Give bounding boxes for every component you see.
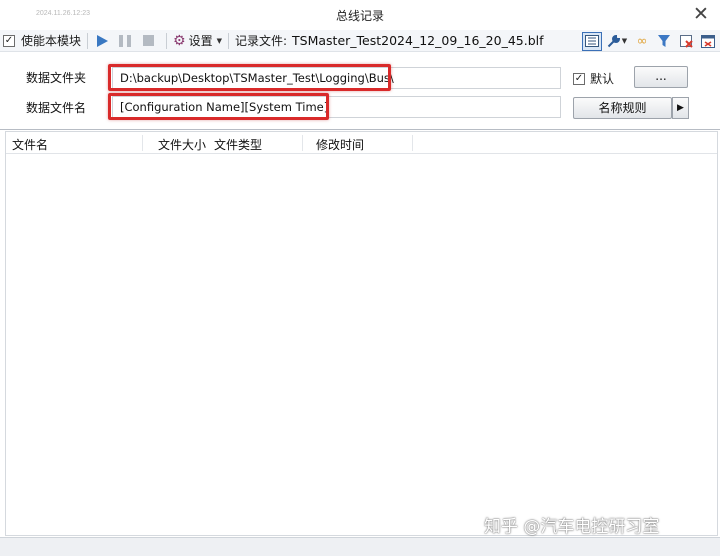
- play-icon[interactable]: [97, 34, 109, 47]
- column-header-type[interactable]: 文件类型: [214, 136, 262, 153]
- default-folder-checkbox[interactable]: ✓: [573, 72, 585, 85]
- status-bar: [0, 537, 720, 556]
- default-folder-label: 默认: [590, 72, 615, 86]
- record-file-value: TSMaster_Test2024_12_09_16_20_45.blf: [292, 33, 544, 48]
- wrench-icon[interactable]: ▼: [604, 31, 630, 51]
- browse-folder-button[interactable]: ...: [634, 66, 688, 88]
- default-folder-toggle[interactable]: ✓ 默认: [573, 70, 614, 87]
- watermark-text: 知乎 @汽车电控研习室: [484, 517, 660, 537]
- delete-icon[interactable]: [676, 31, 696, 51]
- stop-icon[interactable]: [143, 35, 155, 46]
- naming-rule-button[interactable]: 名称规则: [573, 97, 672, 119]
- column-divider[interactable]: [412, 135, 413, 151]
- column-divider[interactable]: [142, 135, 143, 151]
- toolbar-divider: [166, 32, 168, 49]
- naming-rule-dropdown-button[interactable]: ▶: [672, 97, 689, 119]
- column-header-filename[interactable]: 文件名: [12, 136, 48, 153]
- column-header-modified[interactable]: 修改时间: [316, 136, 364, 153]
- toolbar: ✓ 使能本模块 ⚙ 设置 ▼ 记录文件: TSMaster_Test2024_1…: [0, 30, 720, 52]
- right-toolbar: ▼ ∞: [580, 31, 718, 51]
- toolbar-divider: [87, 32, 89, 49]
- filter-icon[interactable]: [654, 31, 674, 51]
- column-divider[interactable]: [302, 135, 303, 151]
- window-title: 总线记录: [335, 9, 384, 23]
- settings-label: 设置: [188, 34, 213, 48]
- close-button[interactable]: ✕: [690, 3, 712, 25]
- data-filename-label: 数据文件名: [26, 101, 87, 115]
- chevron-down-icon: ▼: [216, 36, 222, 45]
- logging-config-panel: 数据文件夹 D:\backup\Desktop\TSMaster_Test\Lo…: [0, 53, 720, 130]
- settings-button[interactable]: ⚙ 设置 ▼: [173, 31, 222, 51]
- title-bar: 2024.11.26.12:23 总线记录 ✕: [0, 0, 720, 30]
- enable-module-checkbox[interactable]: ✓: [3, 34, 15, 47]
- pause-icon[interactable]: [119, 34, 132, 47]
- data-folder-label: 数据文件夹: [26, 71, 87, 85]
- link-icon[interactable]: ∞: [632, 31, 652, 51]
- list-view-icon[interactable]: [582, 31, 602, 51]
- table-header: 文件名 文件大小 文件类型 修改时间: [6, 132, 717, 154]
- enable-module-label: 使能本模块: [21, 34, 82, 48]
- table-body[interactable]: [6, 154, 717, 535]
- file-table: 文件名 文件大小 文件类型 修改时间: [5, 131, 718, 536]
- gear-icon: ⚙: [173, 32, 186, 49]
- column-header-size[interactable]: 文件大小: [158, 136, 206, 153]
- toolbar-divider: [227, 32, 229, 49]
- data-folder-field[interactable]: D:\backup\Desktop\TSMaster_Test\Logging\…: [112, 67, 561, 89]
- enable-module-toggle[interactable]: ✓ 使能本模块: [3, 31, 81, 51]
- record-file-label: 记录文件:: [234, 34, 288, 48]
- data-filename-field[interactable]: [Configuration Name][System Time]: [112, 96, 561, 118]
- window-icon[interactable]: [698, 31, 718, 51]
